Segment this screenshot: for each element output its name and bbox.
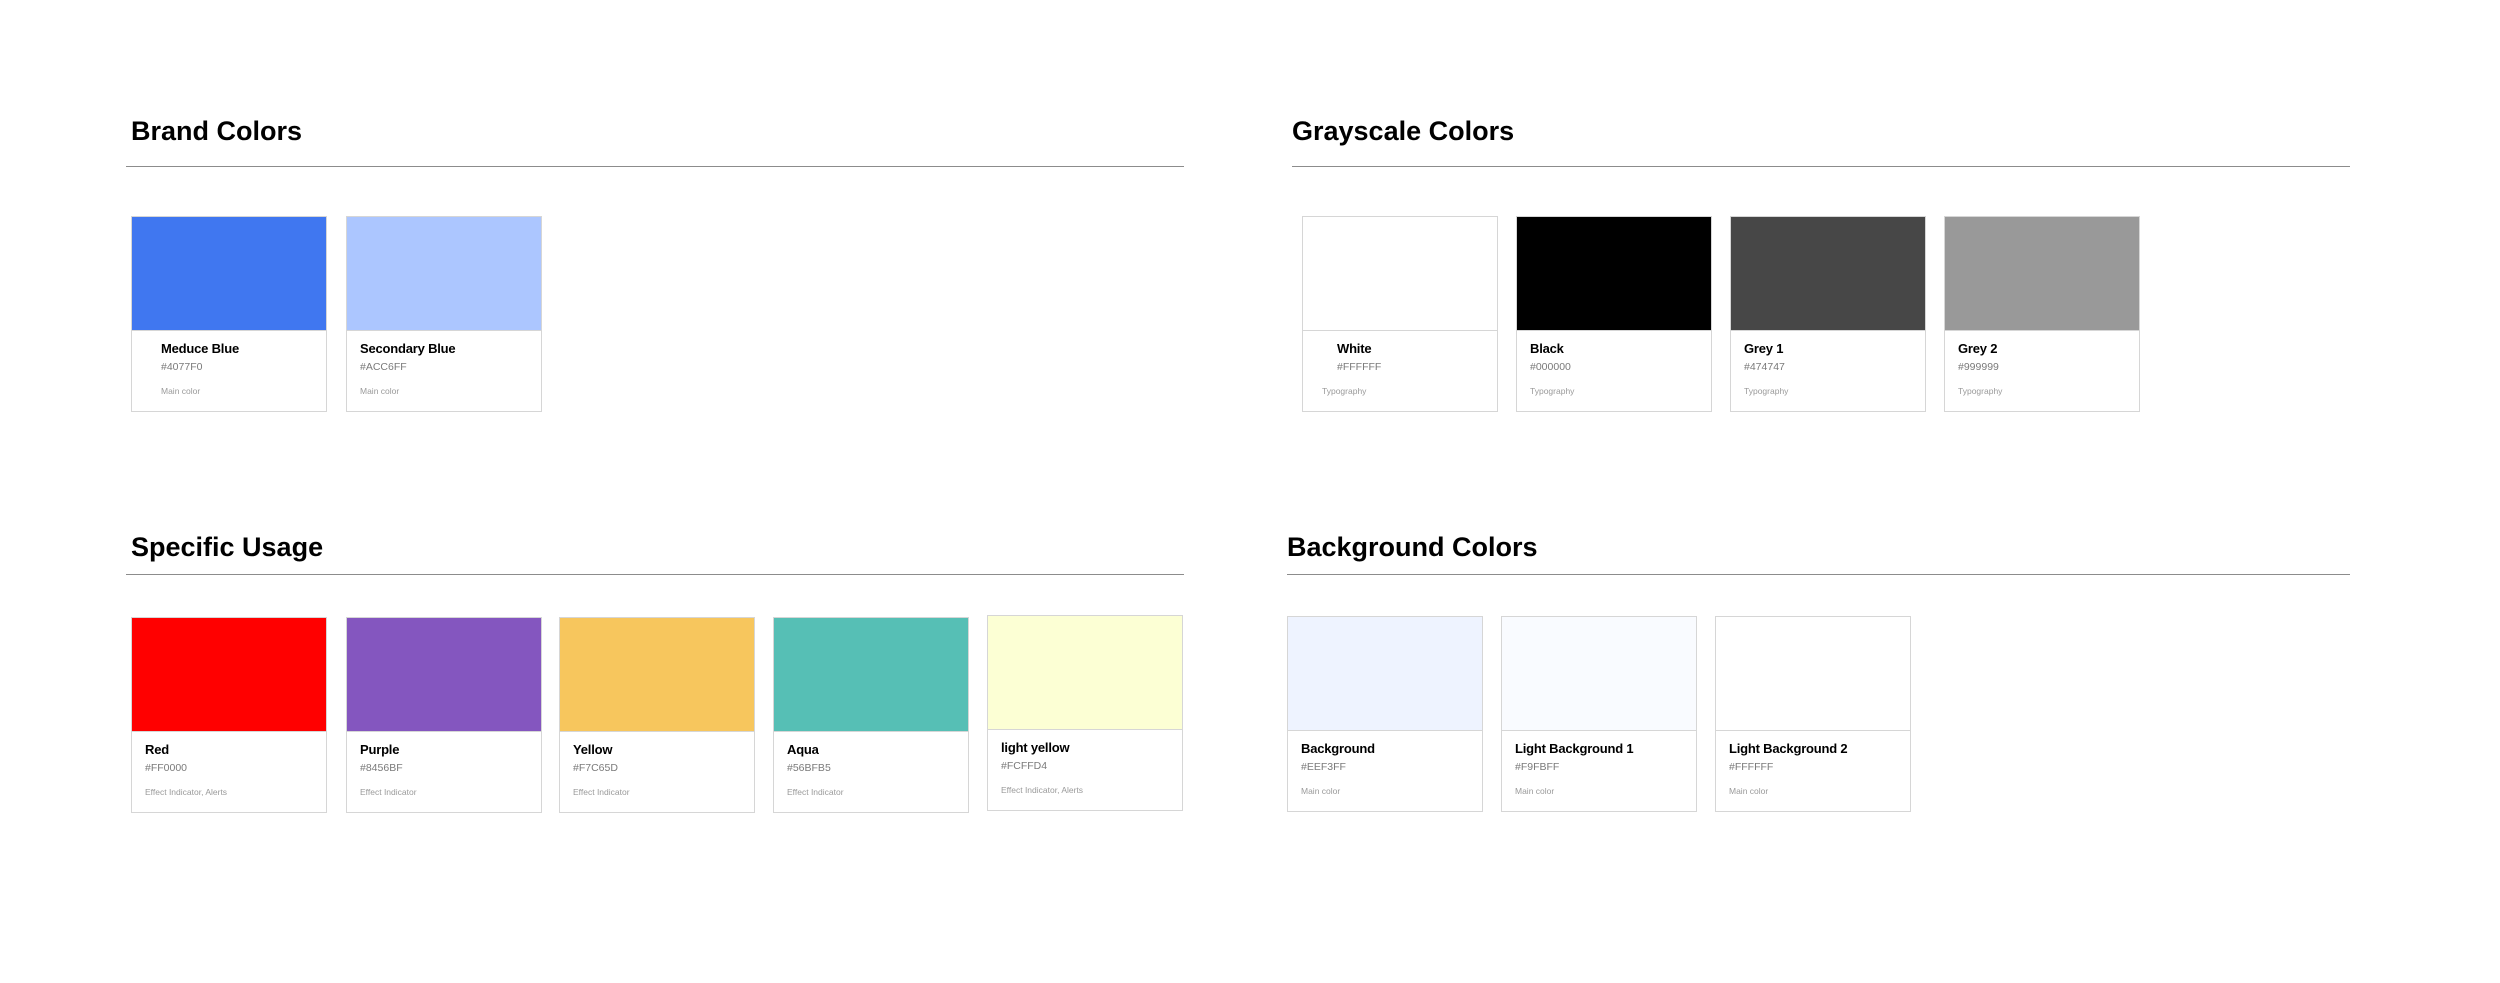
section-divider [1292, 166, 2350, 167]
color-hex: #F7C65D [573, 762, 618, 774]
color-swatch [774, 618, 968, 732]
section-divider [126, 574, 1184, 575]
color-usage: Main color [1729, 786, 1769, 796]
color-swatch [1517, 217, 1711, 331]
color-swatch [560, 618, 754, 732]
color-hex: #F9FBFF [1515, 761, 1560, 773]
color-swatch [132, 217, 326, 331]
color-card[interactable]: Secondary Blue #ACC6FF Main color [346, 216, 542, 412]
color-usage: Effect Indicator, Alerts [145, 787, 228, 797]
color-hex: #474747 [1744, 361, 1785, 373]
color-card[interactable]: White #FFFFFF Typography [1302, 216, 1498, 412]
color-hex: #999999 [1958, 361, 1999, 373]
color-swatch [1731, 217, 1925, 331]
color-card[interactable]: light yellow #FCFFD4 Effect Indicator, A… [987, 615, 1183, 811]
color-usage: Effect Indicator [360, 787, 417, 797]
color-card[interactable]: Grey 1 #474747 Typography [1730, 216, 1926, 412]
color-card[interactable]: Red #FF0000 Effect Indicator, Alerts [131, 617, 327, 813]
section-title: Brand Colors [131, 116, 303, 146]
color-hex: #FFFFFF [1729, 761, 1774, 773]
color-swatch [347, 618, 541, 732]
color-card[interactable]: Grey 2 #999999 Typography [1944, 216, 2140, 412]
color-usage: Main color [360, 386, 400, 396]
color-name: Grey 1 [1744, 341, 1784, 356]
color-name: Background [1301, 741, 1375, 756]
color-card[interactable]: Aqua #56BFB5 Effect Indicator [773, 617, 969, 813]
color-usage: Typography [1744, 386, 1789, 396]
color-swatch [1945, 217, 2139, 331]
color-hex: #4077F0 [161, 361, 203, 373]
color-swatch [1303, 217, 1497, 331]
color-card[interactable]: Background #EEF3FF Main color [1287, 616, 1483, 812]
color-card[interactable]: Light Background 2 #FFFFFF Main color [1715, 616, 1911, 812]
color-hex: #FFFFFF [1337, 361, 1382, 373]
color-name: White [1337, 341, 1372, 356]
color-usage: Main color [1301, 786, 1341, 796]
color-name: Light Background 1 [1515, 741, 1634, 756]
color-usage: Main color [161, 386, 201, 396]
color-name: Meduce Blue [161, 341, 239, 356]
color-usage: Main color [1515, 786, 1555, 796]
color-hex: #FF0000 [145, 762, 188, 774]
color-card[interactable]: Light Background 1 #F9FBFF Main color [1501, 616, 1697, 812]
section-divider [1287, 574, 2350, 575]
color-swatch [347, 217, 541, 331]
color-swatch [1502, 617, 1696, 731]
color-name: light yellow [1001, 740, 1070, 755]
color-usage: Typography [1958, 386, 2003, 396]
color-usage: Effect Indicator, Alerts [1001, 785, 1084, 795]
color-hex: #FCFFD4 [1001, 760, 1048, 772]
section-title: Specific Usage [131, 532, 324, 562]
color-name: Purple [360, 742, 400, 757]
color-usage: Typography [1322, 386, 1367, 396]
section-divider [126, 166, 1184, 167]
color-hex: #ACC6FF [360, 361, 407, 373]
color-card[interactable]: Yellow #F7C65D Effect Indicator [559, 617, 755, 813]
color-name: Grey 2 [1958, 341, 1998, 356]
color-name: Yellow [573, 742, 613, 757]
color-name: Red [145, 742, 169, 757]
color-name: Aqua [787, 742, 819, 757]
color-name: Secondary Blue [360, 341, 456, 356]
color-usage: Typography [1530, 386, 1575, 396]
color-card[interactable]: Meduce Blue #4077F0 Main color [131, 216, 327, 412]
color-name: Light Background 2 [1729, 741, 1848, 756]
color-card[interactable]: Black #000000 Typography [1516, 216, 1712, 412]
color-swatch [988, 616, 1182, 730]
color-hex: #000000 [1530, 361, 1571, 373]
color-name: Black [1530, 341, 1564, 356]
color-hex: #56BFB5 [787, 762, 831, 774]
color-usage: Effect Indicator [573, 787, 630, 797]
color-swatch [1288, 617, 1482, 731]
color-usage: Effect Indicator [787, 787, 844, 797]
color-swatch [132, 618, 326, 732]
color-card[interactable]: Purple #8456BF Effect Indicator [346, 617, 542, 813]
color-hex: #8456BF [360, 762, 403, 774]
color-swatch [1716, 617, 1910, 731]
section-title: Background Colors [1287, 532, 1538, 562]
section-title: Grayscale Colors [1292, 116, 1515, 146]
color-hex: #EEF3FF [1301, 761, 1346, 773]
